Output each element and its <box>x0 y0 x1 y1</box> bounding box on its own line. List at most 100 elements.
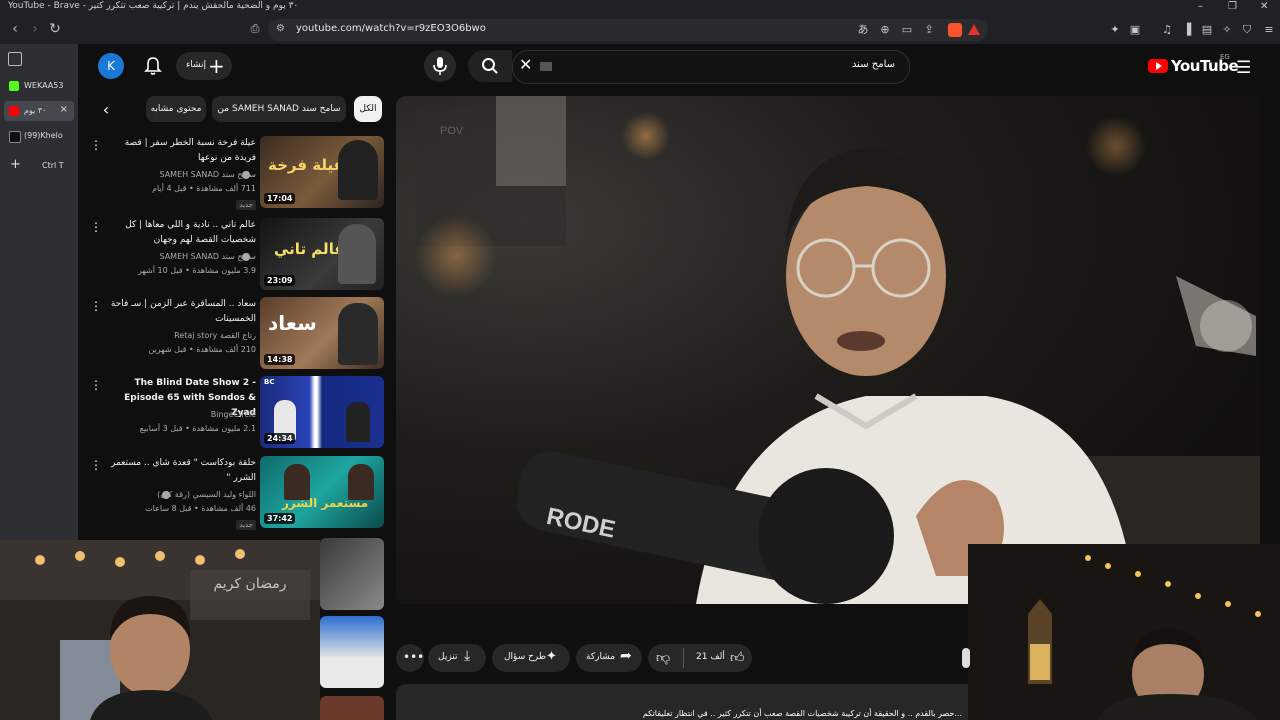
bookmark-icon[interactable]: ⎙ <box>246 20 264 38</box>
browser-toolbar: ‹ › ↻ ⎙ ⚙ youtube.com/watch?v=r9zEO3O6bw… <box>0 16 1280 44</box>
search-query: سامح سند <box>851 59 895 70</box>
dislike-icon[interactable]: 👎︎ <box>656 649 670 666</box>
list-item[interactable]: مستعمر الشرر 37:42 ⋮ حلقة بودكاست " قعدة… <box>90 456 386 532</box>
video-thumbnail[interactable] <box>320 696 384 720</box>
video-thumbnail[interactable]: سعاد 14:38 <box>260 297 384 369</box>
search-input[interactable]: سامح سند ✕ <box>512 50 910 84</box>
like-icon[interactable]: 👍︎ <box>730 649 745 666</box>
zoom-icon[interactable]: ⊕ <box>878 23 892 37</box>
more-horizontal-icon: ••• <box>403 650 425 664</box>
video-thumbnail[interactable] <box>320 616 384 688</box>
thumbnail-text: عيلة فرخة <box>268 156 344 174</box>
translate-icon[interactable]: あ <box>856 23 870 37</box>
vertical-tabs-sidebar: WEKAA53 ٣٠ يوم × (99)Khelo + Ctrl T <box>0 44 78 544</box>
video-title[interactable]: عيلة فرخة نسبة الخطر سفر | قصة فريدة من … <box>106 136 256 166</box>
more-options-icon[interactable]: ⋮ <box>90 299 102 313</box>
new-badge: جديد <box>236 200 256 210</box>
ask-button[interactable]: طرح سؤال ✦ <box>492 644 570 672</box>
leo-icon[interactable]: ✧ <box>1220 23 1234 37</box>
share-icon: ➦ <box>620 648 632 664</box>
tab-tiktok[interactable]: (99)Khelo <box>4 126 74 146</box>
cast-icon[interactable]: ▭ <box>900 23 914 37</box>
wallet-icon[interactable]: ▤ <box>1200 23 1214 37</box>
create-button[interactable]: + إنشاء <box>176 52 232 80</box>
hidden-control-edge[interactable] <box>962 648 970 668</box>
video-thumbnail[interactable]: عالم تاني 23:09 <box>260 218 384 290</box>
brave-shields-icon[interactable] <box>948 23 962 37</box>
new-tab-button[interactable]: + Ctrl T <box>4 156 74 176</box>
video-title[interactable]: سعاد .. المسافرة عبر الزمن | سـ فاحة الخ… <box>106 297 256 327</box>
thumbnail-text: عالم تاني <box>274 240 345 258</box>
list-item[interactable]: عالم تاني 23:09 ⋮ عالم تاني .. نادية و ا… <box>90 218 386 294</box>
tab-youtube[interactable]: ٣٠ يوم × <box>4 101 74 121</box>
more-actions-button[interactable]: ••• <box>396 644 424 672</box>
maximize-button[interactable]: ❐ <box>1228 1 1237 12</box>
ramadan-sign-text: رمضان كريم <box>213 576 286 592</box>
tabs-panel-icon[interactable] <box>8 52 22 66</box>
share-page-icon[interactable]: ⇪ <box>922 23 936 37</box>
video-title[interactable]: عالم تاني .. نادية و اللي معاها | كل شخص… <box>106 218 256 248</box>
address-bar[interactable]: ⚙ youtube.com/watch?v=r9zEO3O6bwo あ ⊕ ▭ … <box>268 19 988 41</box>
chip-from-channel[interactable]: من SAMEH SANAD سامح سند <box>212 96 346 122</box>
chevron-left-icon[interactable]: ‹ <box>96 100 116 122</box>
extensions-icon[interactable]: ✦ <box>1108 23 1122 37</box>
divider <box>683 648 684 668</box>
menu-icon[interactable]: ≡ <box>1262 23 1276 37</box>
more-options-icon[interactable]: ⋮ <box>90 458 102 472</box>
video-thumbnail[interactable] <box>320 538 384 610</box>
keyboard-icon[interactable] <box>540 62 552 71</box>
notifications-bell-icon[interactable] <box>144 56 162 76</box>
minimize-button[interactable]: – <box>1198 1 1203 12</box>
close-tab-icon[interactable]: × <box>60 104 68 115</box>
sidebar-toggle-icon[interactable]: ▐ <box>1180 23 1194 37</box>
forward-icon[interactable]: › <box>26 20 44 38</box>
new-tab-shortcut: Ctrl T <box>42 161 64 170</box>
more-options-icon[interactable]: ⋮ <box>90 220 102 234</box>
video-thumbnail[interactable]: عيلة فرخة 17:04 <box>260 136 384 208</box>
list-item[interactable]: BC 24:34 ⋮ The Blind Date Show 2 - Episo… <box>90 376 386 452</box>
chip-related[interactable]: محتوى مشابه <box>146 96 206 122</box>
video-player[interactable]: RODE POV <box>396 96 1260 604</box>
brave-rewards-icon[interactable] <box>968 24 980 35</box>
search-button[interactable] <box>468 50 512 82</box>
channel-name[interactable]: رتاج القصة Retaj story <box>174 331 256 340</box>
tab-kick[interactable]: WEKAA53 <box>4 76 74 96</box>
channel-name[interactable]: اللواء وليد السيسي (رقة كان) <box>157 490 256 499</box>
like-count[interactable]: 21 ألف <box>696 652 725 662</box>
back-icon[interactable]: ‹ <box>6 20 24 38</box>
media-icon[interactable]: ♫ <box>1160 23 1174 37</box>
screenshot-icon[interactable]: ▣ <box>1128 23 1142 37</box>
share-button[interactable]: مشاركة ➦ <box>576 644 642 672</box>
webcam-frame: رمضان كريم <box>0 540 320 720</box>
vpn-icon[interactable]: ⛉ <box>1240 23 1254 37</box>
duration-badge: 23:09 <box>264 275 296 286</box>
list-item[interactable]: سعاد 14:38 ⋮ سعاد .. المسافرة عبر الزمن … <box>90 297 386 373</box>
download-button[interactable]: تنزيل ⤓ <box>428 644 486 672</box>
video-description[interactable]: ...حصر بالقدم .. و الحقيقة أن تركيبة شخص… <box>396 684 968 720</box>
more-options-icon[interactable]: ⋮ <box>90 378 102 392</box>
youtube-logo[interactable]: YouTube EG <box>1148 53 1239 77</box>
clear-search-icon[interactable]: ✕ <box>519 55 532 74</box>
tab-label: ٣٠ يوم <box>24 106 47 115</box>
verified-icon <box>242 171 250 179</box>
video-thumbnail[interactable]: مستعمر الشرر 37:42 <box>260 456 384 528</box>
video-watermark: POV <box>440 125 464 137</box>
voice-search-button[interactable] <box>424 50 456 82</box>
site-info-icon[interactable]: ⚙ <box>276 23 285 34</box>
hamburger-menu-icon[interactable]: ☰ <box>1236 58 1251 78</box>
webcam-overlay-right <box>968 544 1280 720</box>
video-meta: 3.9 مليون مشاهدة • قبل 10 أشهر <box>137 266 256 275</box>
video-title[interactable]: حلقة بودكاست " قعدة شاي .. مستعمر الشرر … <box>106 456 256 486</box>
video-thumbnail[interactable]: BC 24:34 <box>260 376 384 448</box>
list-item[interactable]: عيلة فرخة 17:04 ⋮ عيلة فرخة نسبة الخطر س… <box>90 136 386 212</box>
channel-name[interactable]: BingeCircle <box>211 410 256 419</box>
thumbnail-figure <box>338 140 378 200</box>
avatar[interactable]: K <box>98 53 124 79</box>
more-options-icon[interactable]: ⋮ <box>90 138 102 152</box>
webcam-frame <box>968 544 1280 720</box>
reload-icon[interactable]: ↻ <box>46 20 64 38</box>
thumbnail-figure <box>348 464 374 500</box>
close-window-button[interactable]: ✕ <box>1260 1 1268 12</box>
thumbnail-figure <box>346 402 370 442</box>
chip-all[interactable]: الكل <box>354 96 382 122</box>
